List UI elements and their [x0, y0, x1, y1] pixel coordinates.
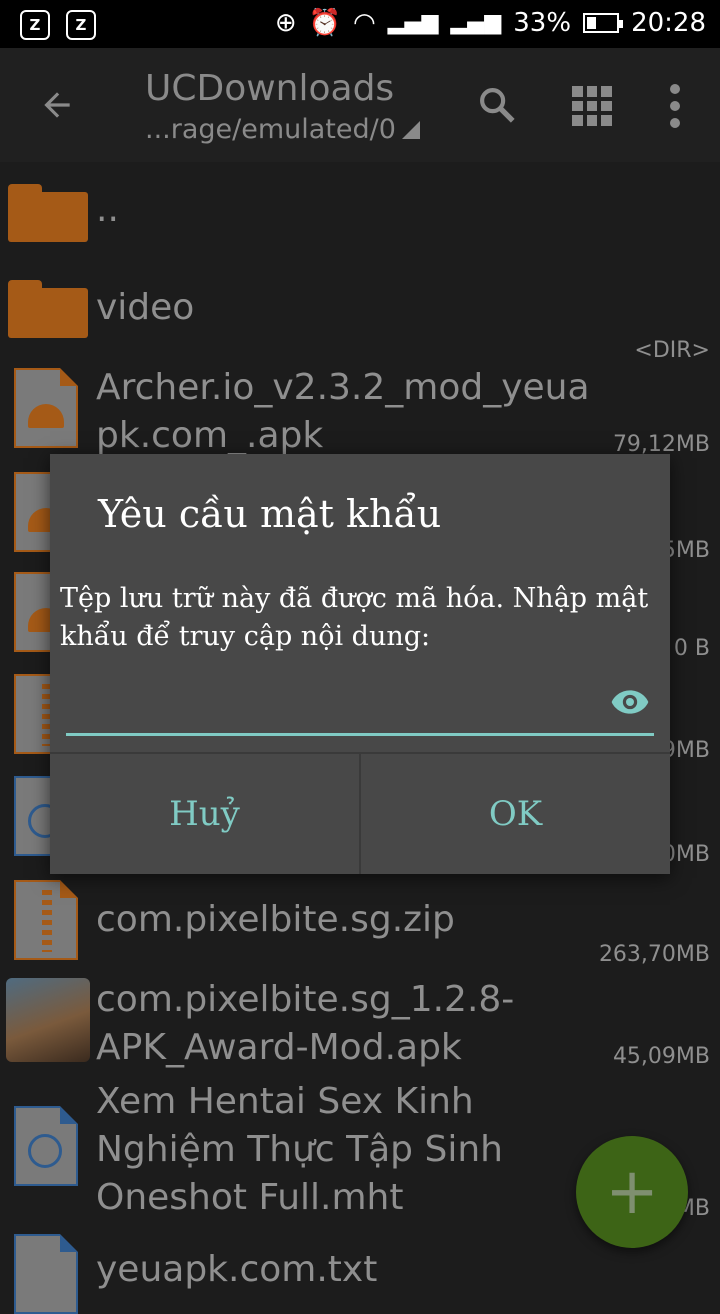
app-thumbnail-icon: [6, 978, 90, 1062]
signal-muted-icon: ▂▄▆: [450, 10, 502, 35]
zalo-icon: Z: [66, 10, 96, 40]
app-bar: UCDownloads ...rage/emulated/0: [0, 48, 720, 162]
file-name: video: [96, 287, 195, 328]
dropdown-triangle-icon: [401, 120, 420, 139]
path-label: ...rage/emulated/0: [145, 114, 396, 145]
password-dialog: Yêu cầu mật khẩu Tệp lưu trữ này đã được…: [50, 454, 670, 874]
battery-icon: [583, 13, 624, 33]
file-name: com.pixelbite.sg.zip: [96, 899, 455, 940]
wifi-icon: ◠: [353, 8, 376, 38]
folder-title: UCDownloads: [145, 68, 395, 109]
list-item[interactable]: com.pixelbite.sg_1.2.8- APK_Award-Mod.ap…: [0, 976, 720, 1076]
file-size: 45,09MB: [612, 1044, 710, 1069]
file-size: 263,70MB: [598, 942, 710, 967]
list-item[interactable]: Archer.io_v2.3.2_mod_yeua pk.com_.apk 79…: [0, 364, 720, 464]
password-input[interactable]: [66, 680, 654, 736]
file-size: 0 B: [673, 636, 710, 661]
ok-button[interactable]: OK: [361, 754, 670, 874]
show-password-eye-icon[interactable]: [606, 682, 654, 722]
search-icon[interactable]: [476, 84, 518, 126]
path-dropdown[interactable]: ...rage/emulated/0: [145, 114, 420, 145]
text-file-icon: [14, 1234, 78, 1314]
cancel-button[interactable]: Huỷ: [50, 754, 359, 874]
file-size: <DIR>: [634, 338, 710, 363]
apk-file-icon: [14, 368, 78, 448]
file-name: com.pixelbite.sg_1.2.8- APK_Award-Mod.ap…: [96, 979, 515, 1068]
add-fab-button[interactable]: +: [576, 1136, 688, 1248]
folder-up-icon: [8, 184, 88, 242]
zip-file-icon: [14, 880, 78, 960]
zalo-icon: Z: [20, 10, 50, 40]
file-name: Archer.io_v2.3.2_mod_yeua pk.com_.apk: [96, 367, 590, 456]
more-options-icon[interactable]: [668, 84, 682, 128]
file-name: Xem Hentai Sex Kinh Nghiệm Thực Tập Sinh…: [96, 1081, 503, 1218]
battery-percent: 33%: [513, 8, 572, 38]
grid-view-icon[interactable]: [572, 86, 612, 126]
alarm-icon: ⏰: [308, 8, 342, 38]
web-file-icon: [14, 1106, 78, 1186]
file-name: ..: [96, 189, 119, 230]
signal-icon: ▂▄▆: [387, 10, 439, 35]
back-arrow-icon[interactable]: [38, 86, 76, 124]
plus-icon: +: [605, 1155, 659, 1229]
dialog-message: Tệp lưu trữ này đã được mã hóa. Nhập mật…: [60, 583, 649, 652]
file-name: yeuapk.com.txt: [96, 1249, 378, 1290]
clock: 20:28: [631, 8, 706, 38]
add-circle-icon: ⊕: [274, 8, 297, 38]
list-item[interactable]: com.pixelbite.sg.zip 263,70MB: [0, 876, 720, 972]
folder-icon: [8, 280, 88, 338]
status-bar: Z Z ⊕ ⏰ ◠ ▂▄▆ ▂▄▆ 33% 20:28: [0, 0, 720, 48]
list-item[interactable]: ..: [0, 180, 720, 260]
list-item[interactable]: video <DIR>: [0, 276, 720, 363]
dialog-title: Yêu cầu mật khẩu: [98, 492, 442, 536]
